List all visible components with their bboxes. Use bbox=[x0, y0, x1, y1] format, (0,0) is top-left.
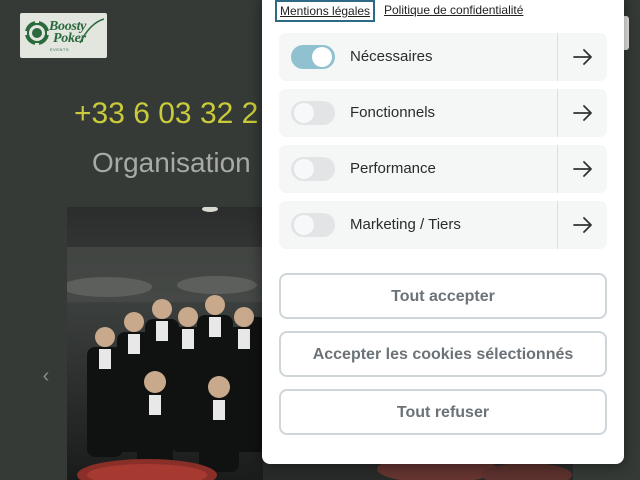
arrow-right-icon bbox=[573, 49, 592, 65]
marketing-toggle[interactable] bbox=[291, 213, 335, 237]
cookie-category-necessary: Nécessaires bbox=[279, 33, 607, 81]
arrow-right-icon bbox=[573, 105, 592, 121]
functional-toggle[interactable] bbox=[291, 101, 335, 125]
privacy-policy-link[interactable]: Politique de confidentialité bbox=[384, 3, 523, 17]
phone-number[interactable]: +33 6 03 32 2 bbox=[74, 97, 258, 131]
cookie-category-marketing: Marketing / Tiers bbox=[279, 201, 607, 249]
category-label: Marketing / Tiers bbox=[350, 216, 461, 233]
expand-functional-button[interactable] bbox=[558, 89, 607, 137]
page-tagline: Organisation bbox=[92, 147, 251, 178]
expand-marketing-button[interactable] bbox=[558, 201, 607, 249]
legal-notice-link[interactable]: Mentions légales bbox=[275, 0, 376, 22]
toggle-knob bbox=[294, 215, 314, 235]
cookie-category-performance: Performance bbox=[279, 145, 607, 193]
accept-all-button[interactable]: Tout accepter bbox=[279, 273, 607, 319]
logo-subtitle: EVENTS bbox=[50, 47, 70, 52]
expand-necessary-button[interactable] bbox=[558, 33, 607, 81]
carousel-prev-arrow-icon[interactable]: ‹ bbox=[36, 365, 56, 387]
cookie-consent-modal: Mentions légales Politique de confidenti… bbox=[262, 0, 624, 464]
arrow-right-icon bbox=[573, 161, 592, 177]
expand-performance-button[interactable] bbox=[558, 145, 607, 193]
category-label: Nécessaires bbox=[350, 48, 433, 65]
necessary-toggle[interactable] bbox=[291, 45, 335, 69]
site-logo[interactable]: Boosty Poker EVENTS bbox=[20, 13, 107, 58]
cookie-category-functional: Fonctionnels bbox=[279, 89, 607, 137]
toggle-knob bbox=[294, 159, 314, 179]
modal-edge-tab bbox=[624, 16, 629, 50]
category-label: Performance bbox=[350, 160, 436, 177]
category-label: Fonctionnels bbox=[350, 104, 436, 121]
accept-selected-button[interactable]: Accepter les cookies sélectionnés bbox=[279, 331, 607, 377]
performance-toggle[interactable] bbox=[291, 157, 335, 181]
logo-wordmark: Boosty Poker bbox=[49, 19, 87, 46]
toggle-knob bbox=[294, 103, 314, 123]
arrow-right-icon bbox=[573, 217, 592, 233]
reject-all-button[interactable]: Tout refuser bbox=[279, 389, 607, 435]
toggle-knob bbox=[312, 47, 332, 67]
